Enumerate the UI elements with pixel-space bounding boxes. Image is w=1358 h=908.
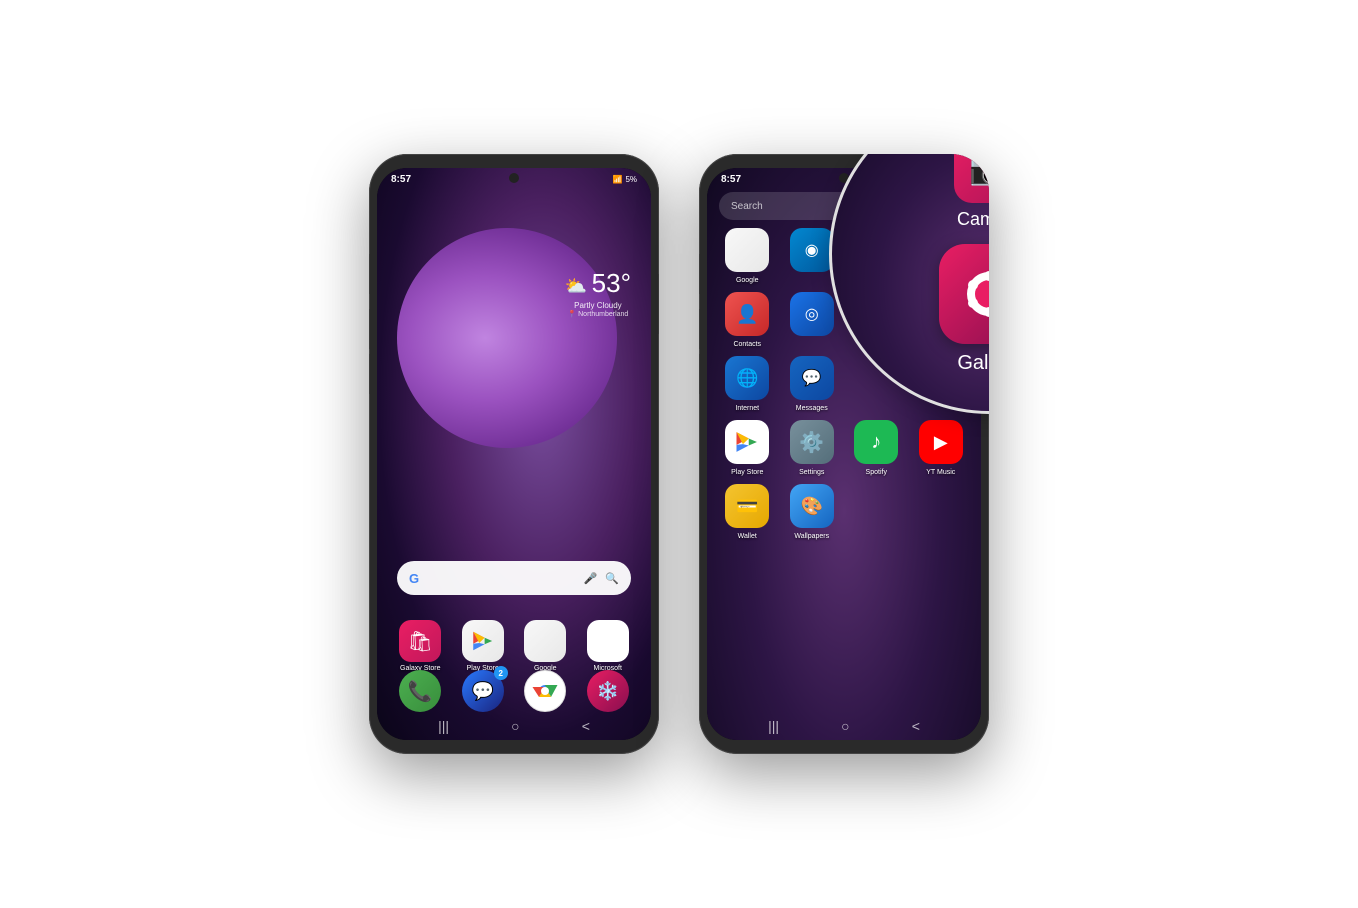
weather-temp: 53° (592, 268, 631, 298)
battery-text: 5% (625, 175, 637, 184)
grid-wallet-label: Wallet (738, 533, 757, 540)
app-camera-dock[interactable]: ❄️ (587, 670, 629, 712)
galaxy-store-icon: 🛍 (399, 620, 441, 662)
grid-wallpapers-icon: 🎨 (790, 484, 834, 528)
status-time-phone2: 8:57 (721, 174, 741, 185)
mag-gallery-label: Gallery (957, 352, 989, 375)
grid-yt-music-icon: ▶ (919, 420, 963, 464)
grid-messages3[interactable]: 💬 Messages (782, 356, 843, 412)
nav-home-phone2[interactable]: ○ (841, 718, 849, 734)
phone-1: 8:57 📶 5% ⛅ 53° Partly Cloudy 📍 Northumb… (369, 154, 659, 754)
status-time-phone1: 8:57 (391, 174, 411, 185)
app-search-placeholder: Search (731, 201, 763, 212)
grid-internet-icon: 🌐 (725, 356, 769, 400)
grid-contacts-icon: 👤 (725, 292, 769, 336)
grid-spotify-label: Spotify (866, 469, 887, 476)
mag-gallery-app-icon (939, 244, 989, 344)
grid-wallet-icon: 💳 (725, 484, 769, 528)
grid-spotify-icon: ♪ (854, 420, 898, 464)
grid-wallet[interactable]: 💳 Wallet (717, 484, 778, 540)
grid-contacts[interactable]: 👤 Contacts (717, 292, 778, 348)
nav-bar-phone2: ||| ○ < (707, 718, 981, 734)
nav-home-phone1[interactable]: ○ (511, 718, 519, 734)
grid-contacts-label: Contacts (733, 341, 761, 348)
quick-apps-phone1: 📞 💬 2 (389, 670, 639, 712)
weather-icon: ⛅ (565, 276, 587, 296)
phone-2: 8:57 📷 📶 🔵 Search (699, 154, 989, 754)
app-dock-phone1: 🛍 Galaxy Store Play Store (389, 620, 639, 672)
grid-internet[interactable]: 🌐 Internet (717, 356, 778, 412)
app-google[interactable]: Google (524, 620, 566, 672)
grid-google-label: Google (736, 277, 759, 284)
grid-unknown-icon: ◎ (790, 292, 834, 336)
app-messages[interactable]: 💬 2 (462, 670, 504, 712)
search-bar-icons: 🎤 🔍 (584, 572, 619, 585)
play-store-icon (462, 620, 504, 662)
grid-google-icon (725, 228, 769, 272)
lens-icon[interactable]: 🔍 (605, 572, 619, 585)
google-icon (524, 620, 566, 662)
app-galaxy-store[interactable]: 🛍 Galaxy Store (399, 620, 441, 672)
nav-back-phone2[interactable]: < (912, 718, 920, 734)
grid-play-store[interactable]: Play Store (717, 420, 778, 476)
status-bar-phone1: 8:57 📶 5% (377, 168, 651, 190)
app-play-store[interactable]: Play Store (462, 620, 504, 672)
grid-messages3-label: Messages (796, 405, 828, 412)
grid-unknown[interactable]: ◎ (782, 292, 843, 348)
grid-spotify[interactable]: ♪ Spotify (846, 420, 907, 476)
nav-recent-phone2[interactable]: ||| (768, 718, 779, 734)
nav-bar-phone1: ||| ○ < (377, 718, 651, 734)
messages-badge: 2 (494, 666, 508, 680)
grid-yt-music[interactable]: ▶ YT Music (911, 420, 972, 476)
mic-icon[interactable]: 🎤 (584, 572, 598, 585)
phones-container: 8:57 📶 5% ⛅ 53° Partly Cloudy 📍 Northumb… (369, 154, 989, 754)
weather-location: 📍 Northumberland (565, 310, 631, 318)
purple-circle-decoration (397, 228, 617, 448)
microsoft-icon (587, 620, 629, 662)
grid-wallpapers-label: Wallpapers (794, 533, 829, 540)
signal-icon: 📶 (612, 175, 622, 184)
weather-desc: Partly Cloudy (565, 301, 631, 310)
phone-icon: 📞 (399, 670, 441, 712)
grid-settings-icon: ⚙️ (790, 420, 834, 464)
google-search-bar[interactable]: G 🎤 🔍 (397, 561, 631, 595)
grid-play-store-label: Play Store (731, 469, 763, 476)
mag-gallery-container: Gallery (939, 244, 989, 375)
grid-wallpapers[interactable]: 🎨 Wallpapers (782, 484, 843, 540)
grid-messages3-icon: 💬 (790, 356, 834, 400)
mag-camera-label: Camera (957, 209, 989, 230)
app-microsoft[interactable]: Microsoft (587, 620, 629, 672)
grid-play-store-icon (725, 420, 769, 464)
app-phone[interactable]: 📞 (399, 670, 441, 712)
status-icons-phone1: 📶 5% (612, 175, 637, 184)
app-chrome[interactable] (524, 670, 566, 712)
nav-back-phone1[interactable]: < (582, 718, 590, 734)
weather-widget: ⛅ 53° Partly Cloudy 📍 Northumberland (565, 268, 631, 318)
grid-settings[interactable]: ⚙️ Settings (782, 420, 843, 476)
mag-camera-app-icon: 📷 (954, 154, 989, 203)
grid-internet-label: Internet (735, 405, 759, 412)
grid-google[interactable]: Google (717, 228, 778, 284)
grid-yt-music-label: YT Music (926, 469, 955, 476)
messages-icon: 💬 2 (462, 670, 504, 712)
grid-settings-label: Settings (799, 469, 824, 476)
chrome-icon (524, 670, 566, 712)
camera-dock-icon: ❄️ (587, 670, 629, 712)
nav-recent-phone1[interactable]: ||| (438, 718, 449, 734)
grid-messages2-icon: ◉ (790, 228, 834, 272)
google-g-logo: G (409, 571, 419, 586)
